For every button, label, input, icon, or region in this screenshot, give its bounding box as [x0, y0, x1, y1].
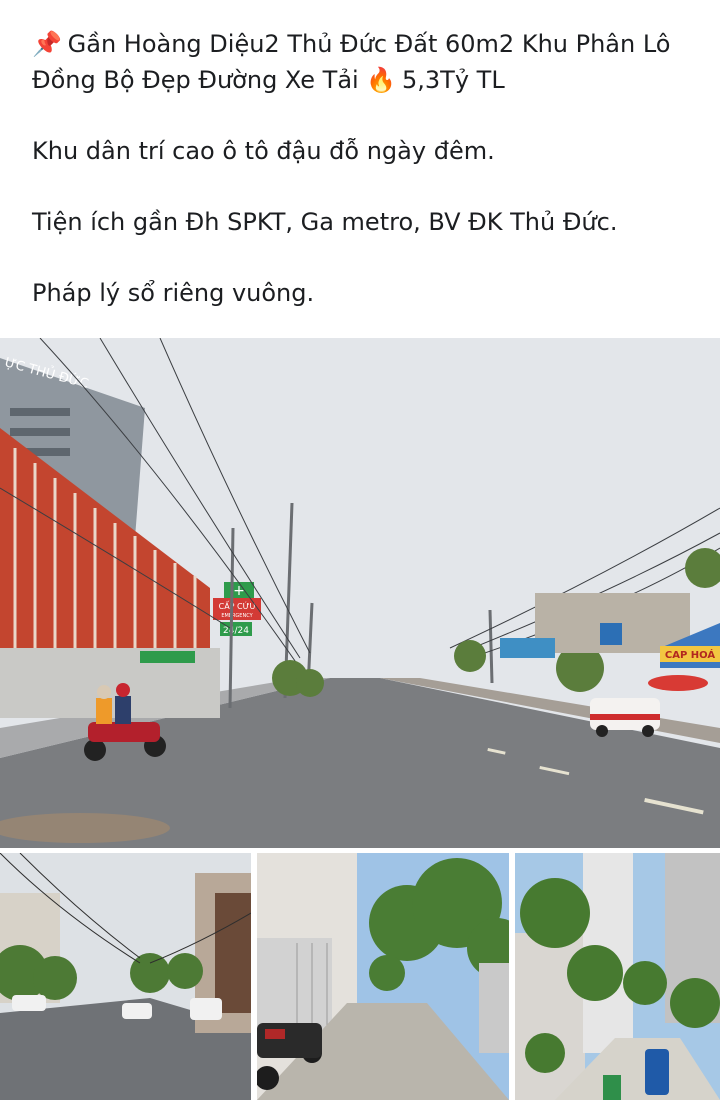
thumbnail-row [0, 853, 720, 1100]
car-stripe [590, 714, 660, 720]
thumbnail-street-1[interactable] [0, 853, 251, 1100]
post-body: 📌 Gần Hoàng Diệu2 Thủ Đức Đất 60m2 Khu P… [0, 0, 720, 312]
title-line-1: Gần Hoàng Diệu2 Thủ Đức Đất 60m2 Khu Phâ… [67, 30, 671, 58]
street-scene: ỰC THỦ ĐỨC + CẤP CỨU EMERGENCY 24/24 CAP… [0, 338, 720, 848]
post-line-legal: Pháp lý sổ riêng vuông. [32, 279, 315, 307]
price-label: 5,3Tỷ TL [402, 66, 505, 94]
pharmacy-sign-text: CẤP CỨU [219, 600, 256, 611]
pharmacy-sign-subtext: EMERGENCY [221, 613, 253, 619]
shop-sign-ke [600, 623, 622, 645]
main-street-photo[interactable]: ỰC THỦ ĐỨC + CẤP CỨU EMERGENCY 24/24 CAP… [0, 338, 720, 848]
cross-icon: + [233, 583, 245, 599]
grocery-sign-text: CAP HOÁ [665, 648, 715, 661]
title-line-2: Đồng Bộ Đẹp Đường Xe Tải [32, 66, 359, 94]
thumbnail-street-2[interactable] [257, 853, 509, 1100]
pushpin-icon: 📌 [32, 30, 62, 58]
post-line-amenities: Tiện ích gần Đh SPKT, Ga metro, BV ĐK Th… [32, 208, 618, 236]
fire-icon: 🔥 [366, 66, 397, 94]
thumbnail-street-3[interactable] [515, 853, 720, 1100]
post-title: 📌 Gần Hoàng Diệu2 Thủ Đức Đất 60m2 Khu P… [32, 26, 720, 98]
umbrella [648, 675, 708, 691]
post-line-neighborhood: Khu dân trí cao ô tô đậu đỗ ngày đêm. [32, 137, 495, 165]
small-green-sign [140, 651, 195, 663]
hours-sign-text: 24/24 [223, 626, 249, 636]
shop-sign-blue [500, 638, 555, 658]
